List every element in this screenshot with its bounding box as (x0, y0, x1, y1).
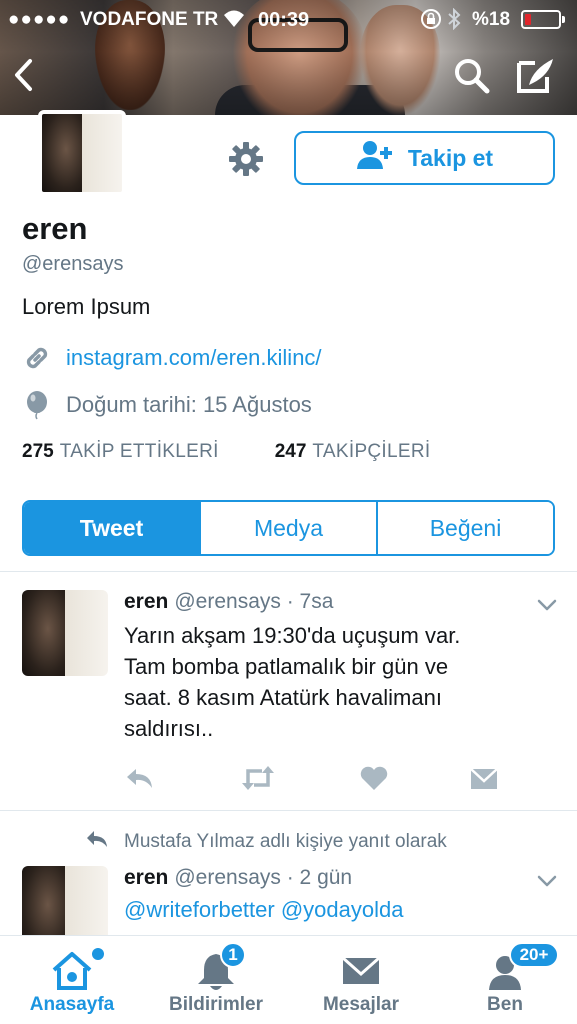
bluetooth-icon (446, 7, 462, 36)
like-icon[interactable] (358, 763, 390, 793)
retweet-icon[interactable] (240, 763, 276, 793)
carrier-name: VODAFONE TR (80, 9, 219, 30)
followers-number: 247 (274, 441, 307, 462)
tab-me[interactable]: 20+ Ben (470, 936, 559, 1024)
follow-button[interactable]: Takip et (294, 131, 555, 185)
chevron-down-icon[interactable] (535, 593, 559, 617)
tweet-meta: @erensays · 7sa (174, 590, 334, 613)
tweet-line: saat. 8 kasım Atatürk havalimanı (124, 685, 442, 710)
envelope-icon (337, 950, 385, 992)
divider (0, 810, 577, 811)
reply-context[interactable]: Mustafa Yılmaz adlı kişiye yanıt olarak (84, 828, 447, 856)
birthday-text: Doğum tarihi: 15 Ağustos (66, 392, 312, 417)
tab-likes[interactable]: Beğeni (378, 502, 553, 554)
balloon-icon (22, 390, 52, 420)
tab-tweets[interactable]: Tweet (24, 502, 201, 554)
tweet-text: Yarın akşam 19:30'da uçuşum var. Tam bom… (124, 620, 544, 744)
tweet-author-name[interactable]: eren (124, 590, 168, 613)
reply-icon[interactable] (124, 763, 156, 793)
website-link[interactable]: instagram.com/eren.kilinc/ (66, 345, 322, 371)
home-unread-dot (92, 948, 104, 960)
link-icon (22, 343, 52, 373)
tweet-meta: @erensays · 2 gün (174, 866, 353, 889)
tab-me-label: Ben (487, 994, 523, 1015)
notifications-badge: 1 (220, 942, 246, 968)
gear-icon[interactable] (227, 140, 265, 178)
followers-label: TAKİPÇİLERİ (312, 441, 431, 462)
tweet-line: saldırısı.. (124, 716, 214, 741)
rotation-lock-icon (420, 8, 442, 36)
chevron-down-icon[interactable] (535, 869, 559, 893)
battery-icon (521, 10, 565, 29)
follow-button-label: Takip et (407, 144, 494, 171)
tab-notifications-label: Bildirimler (169, 994, 263, 1015)
followers-count[interactable]: 247 TAKİPÇİLERİ (275, 441, 431, 463)
tab-messages-label: Mesajlar (322, 994, 400, 1015)
compose-tweet-icon[interactable] (515, 55, 559, 97)
tweet-header: eren @erensays · 2 gün (124, 866, 352, 890)
battery-level (525, 14, 531, 25)
tweet-avatar[interactable] (22, 590, 108, 676)
wifi-icon (222, 7, 246, 35)
bottom-tab-bar: Anasayfa 1 Bildirimler Mesajlar 20+ Ben (0, 935, 577, 1024)
search-icon[interactable] (450, 55, 494, 97)
follow-counts: 275 TAKİP ETTİKLERİ 247 TAKİPÇİLERİ (22, 441, 430, 463)
back-button[interactable] (6, 55, 46, 95)
tweet-line: Tam bomba patlamalık bir gün ve (124, 654, 449, 679)
add-user-icon (356, 139, 398, 177)
following-number: 275 (22, 441, 54, 462)
signal-strength: ●●●●● (8, 9, 71, 30)
reply-context-text: Mustafa Yılmaz adlı kişiye yanıt olarak (124, 831, 447, 852)
battery-percentage: %18 (472, 9, 511, 30)
following-count[interactable]: 275 TAKİP ETTİKLERİ (22, 441, 219, 463)
profile-tabs: Tweet Medya Beğeni (22, 500, 555, 556)
profile-bio: Lorem Ipsum (22, 294, 151, 319)
direct-message-icon[interactable] (468, 763, 500, 793)
profile-birthday: Doğum tarihi: 15 Ağustos (22, 389, 312, 421)
tweet-mentions[interactable]: @writeforbetter @yodayolda (124, 897, 403, 923)
tab-home-label: Anasayfa (29, 994, 115, 1015)
reply-arrow-icon (84, 827, 110, 857)
tab-home[interactable]: Anasayfa (26, 936, 118, 1024)
status-bar: ●●●●● VODAFONE TR 00:39 %18 (0, 0, 577, 38)
me-badge: 20+ (509, 942, 559, 968)
tweet-author-name[interactable]: eren (124, 866, 168, 889)
profile-avatar[interactable] (38, 110, 126, 196)
home-icon (48, 948, 104, 992)
tweet-line: Yarın akşam 19:30'da uçuşum var. (124, 623, 461, 648)
profile-website[interactable]: instagram.com/eren.kilinc/ (22, 342, 322, 374)
tab-messages[interactable]: Mesajlar (316, 936, 406, 1024)
divider (0, 571, 577, 572)
tweet-header: eren @erensays · 7sa (124, 590, 333, 614)
bell-icon: 1 (192, 942, 246, 992)
profile-banner: ●●●●● VODAFONE TR 00:39 %18 (0, 0, 577, 115)
following-label: TAKİP ETTİKLERİ (59, 441, 219, 462)
profile-handle: @erensays (22, 253, 124, 275)
tab-notifications[interactable]: 1 Bildirimler (164, 936, 268, 1024)
profile-name: eren (22, 211, 88, 246)
profile-icon: 20+ (481, 942, 559, 992)
clock: 00:39 (258, 9, 310, 31)
tweet-actions (124, 763, 504, 793)
tab-media[interactable]: Medya (201, 502, 378, 554)
